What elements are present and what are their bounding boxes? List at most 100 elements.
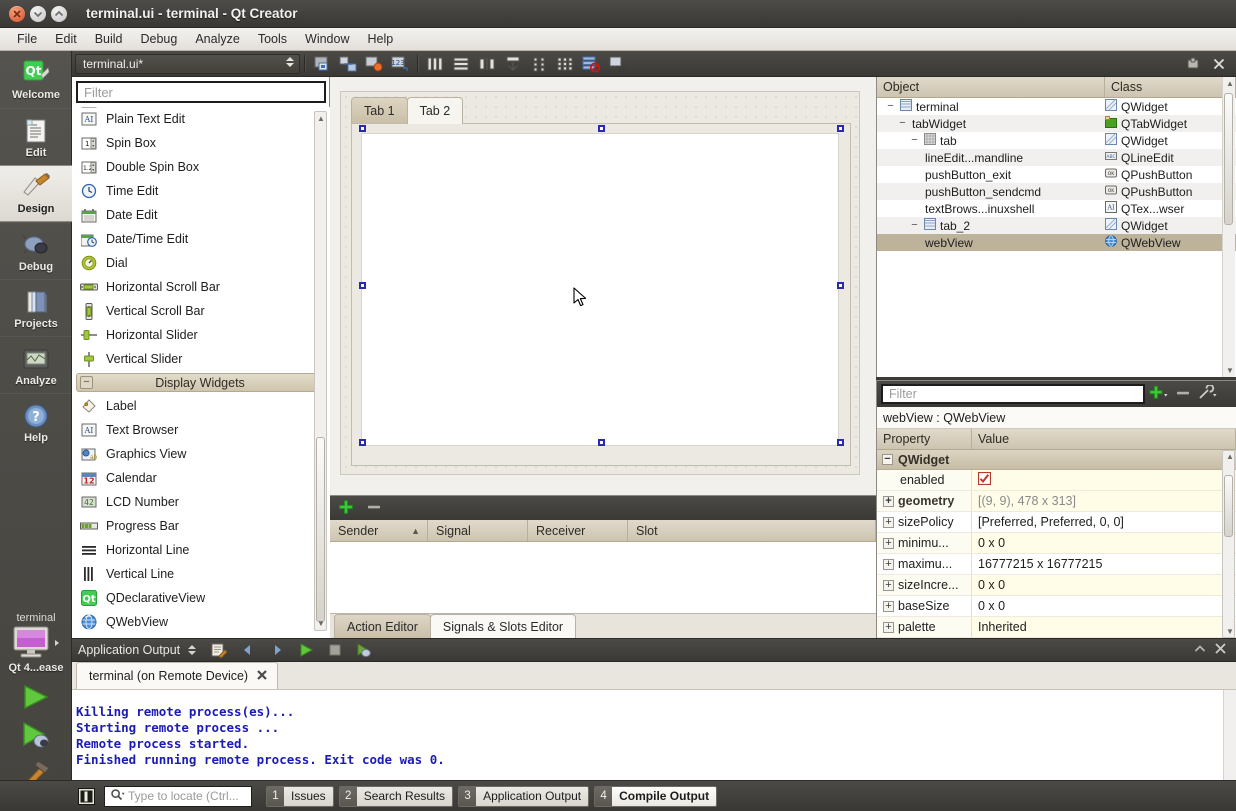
selection-handle-top-left[interactable] (359, 125, 366, 132)
object-row-pushbutton-sendcmd[interactable]: pushButton_sendcmd OK QPushButton (877, 183, 1236, 200)
form-tab-2[interactable]: Tab 2 (406, 97, 464, 124)
property-row-palette[interactable]: + palette Inherited (877, 617, 1236, 638)
widget-item-graphics-view[interactable]: abc Graphics View (72, 442, 330, 466)
property-value-sizeincrement[interactable]: 0 x 0 (972, 575, 1236, 595)
object-row-textbrowser[interactable]: textBrows...inuxshell AI QTex...wser (877, 200, 1236, 217)
edit-widgets-icon[interactable] (309, 53, 335, 75)
object-row-tab[interactable]: − tab QWidget (877, 132, 1236, 149)
widget-item-time-edit[interactable]: Time Edit (72, 179, 330, 203)
expand-icon[interactable]: + (883, 537, 894, 549)
object-inspector-scrollbar[interactable]: ▲ ▼ (1222, 77, 1235, 377)
collapse-icon[interactable]: − (882, 454, 893, 465)
widget-item-vertical-scroll-bar[interactable]: Vertical Scroll Bar (72, 299, 330, 323)
selection-handle-bottom-center[interactable] (598, 439, 605, 446)
toggle-sidebar-icon[interactable] (78, 787, 95, 805)
widget-item-horizontal-line[interactable]: Horizontal Line (72, 538, 330, 562)
property-key-sizeincrement[interactable]: + sizeIncre... (877, 575, 972, 595)
property-row-basesize[interactable]: + baseSize 0 x 0 (877, 596, 1236, 617)
property-editor-scroll-thumb[interactable] (1224, 475, 1233, 537)
property-value-minimumsize[interactable]: 0 x 0 (972, 533, 1236, 553)
close-icon[interactable] (1206, 53, 1232, 75)
widget-section-display-widgets[interactable]: − Display Widgets (76, 373, 324, 392)
layout-grid-icon[interactable] (552, 53, 578, 75)
property-key-minimumsize[interactable]: + minimu... (877, 533, 972, 553)
mode-edit[interactable]: Edit (0, 108, 72, 165)
mode-design[interactable]: Design (0, 165, 72, 222)
selection-handle-bottom-left[interactable] (359, 439, 366, 446)
edit-signals-slots-icon[interactable] (335, 53, 361, 75)
property-key-palette[interactable]: + palette (877, 617, 972, 637)
edit-buddies-icon[interactable] (361, 53, 387, 75)
output-run-tab[interactable]: terminal (on Remote Device) (76, 662, 279, 689)
expander-icon[interactable]: − (909, 220, 920, 231)
property-filter-input[interactable]: Filter (881, 384, 1145, 404)
menu-analyze[interactable]: Analyze (186, 30, 248, 48)
form-editor-canvas[interactable]: Tab 1 Tab 2 (330, 77, 876, 495)
selection-handle-middle-left[interactable] (359, 282, 366, 289)
widget-item-lcd-number[interactable]: 42 LCD Number (72, 490, 330, 514)
widget-item-double-spin-box[interactable]: 1.2 Double Spin Box (72, 155, 330, 179)
column-slot[interactable]: Slot (628, 520, 876, 541)
kit-expand-arrow-icon[interactable] (53, 637, 61, 651)
widget-item-plain-text-edit[interactable]: AI Plain Text Edit (72, 107, 330, 131)
widget-item-label[interactable]: Label (72, 394, 330, 418)
attach-debugger-icon[interactable] (351, 639, 377, 661)
widget-item-progress-bar[interactable]: Progress Bar (72, 514, 330, 538)
object-row-lineedit[interactable]: lineEdit...mandline ABC QLineEdit (877, 149, 1236, 166)
menu-tools[interactable]: Tools (249, 30, 296, 48)
property-key-geometry[interactable]: + geometry (877, 491, 972, 511)
widget-item-date-edit[interactable]: Date Edit (72, 203, 330, 227)
selection-handle-top-center[interactable] (598, 125, 605, 132)
column-value[interactable]: Value (972, 429, 1236, 449)
checkbox-checked-icon[interactable] (977, 471, 992, 488)
menu-file[interactable]: File (8, 30, 46, 48)
column-class[interactable]: Class (1105, 77, 1236, 97)
remove-connection-button[interactable] (366, 499, 382, 518)
column-object[interactable]: Object (877, 77, 1105, 97)
object-row-tabwidget[interactable]: − tabWidget QTabWidget (877, 115, 1236, 132)
property-key-sizepolicy[interactable]: + sizePolicy (877, 512, 972, 532)
run-icon[interactable] (293, 639, 319, 661)
float-dock-icon[interactable] (1180, 53, 1206, 75)
scroll-down-icon[interactable]: ▼ (1226, 366, 1234, 375)
property-row-sizeincrement[interactable]: + sizeIncre... 0 x 0 (877, 575, 1236, 596)
widget-item-horizontal-scroll-bar[interactable]: Horizontal Scroll Bar (72, 275, 330, 299)
widget-list[interactable]: AI Text Edit AI Plain Text Edit 1 Spin B… (72, 107, 330, 638)
selection-handle-middle-right[interactable] (837, 282, 844, 289)
form-webview-widget[interactable] (361, 133, 839, 446)
widget-item-vertical-slider[interactable]: Vertical Slider (72, 347, 330, 371)
kit-icon-row[interactable] (0, 625, 72, 662)
layout-form-icon[interactable] (526, 53, 552, 75)
output-pane-selector[interactable] (187, 643, 197, 657)
object-inspector-scroll-thumb[interactable] (1224, 93, 1233, 225)
widget-item-text-browser[interactable]: AI Text Browser (72, 418, 330, 442)
run-debug-button[interactable] (0, 716, 72, 754)
expand-icon[interactable]: + (883, 558, 894, 570)
property-value-geometry[interactable]: [(9, 9), 478 x 313] (972, 491, 1236, 511)
widget-item-qwebview[interactable]: QWebView (72, 610, 330, 634)
mode-debug[interactable]: Debug (0, 222, 72, 279)
menu-edit[interactable]: Edit (46, 30, 86, 48)
object-row-pushbutton-exit[interactable]: pushButton_exit OK QPushButton (877, 166, 1236, 183)
property-editor-scrollbar[interactable]: ▲ ▼ (1222, 450, 1235, 638)
property-key-maximumsize[interactable]: + maximu... (877, 554, 972, 574)
edit-tab-order-icon[interactable]: 123 (387, 53, 413, 75)
next-item-icon[interactable] (264, 639, 290, 661)
property-row-geometry[interactable]: + geometry [(9, 9), 478 x 313] (877, 491, 1236, 512)
scroll-up-icon[interactable]: ▲ (1226, 79, 1234, 88)
mode-analyze[interactable]: Analyze (0, 336, 72, 393)
property-key-basesize[interactable]: + baseSize (877, 596, 972, 616)
expand-icon[interactable]: + (883, 600, 894, 612)
widget-item-vertical-line[interactable]: Vertical Line (72, 562, 330, 586)
selection-handle-top-right[interactable] (837, 125, 844, 132)
column-property[interactable]: Property (877, 429, 972, 449)
open-in-editor-icon[interactable] (206, 639, 232, 661)
output-text-area[interactable]: Killing remote process(es)... Starting r… (72, 690, 1236, 780)
layout-vertically-icon[interactable] (448, 53, 474, 75)
object-row-webview[interactable]: webView QWebView (877, 234, 1236, 251)
maximize-pane-icon[interactable] (1193, 642, 1207, 659)
status-tab-issues[interactable]: 1 Issues (266, 785, 334, 807)
property-row-enabled[interactable]: enabled (877, 470, 1236, 491)
form-tab-bar[interactable]: Tab 1 Tab 2 (351, 97, 464, 124)
menu-help[interactable]: Help (358, 30, 402, 48)
